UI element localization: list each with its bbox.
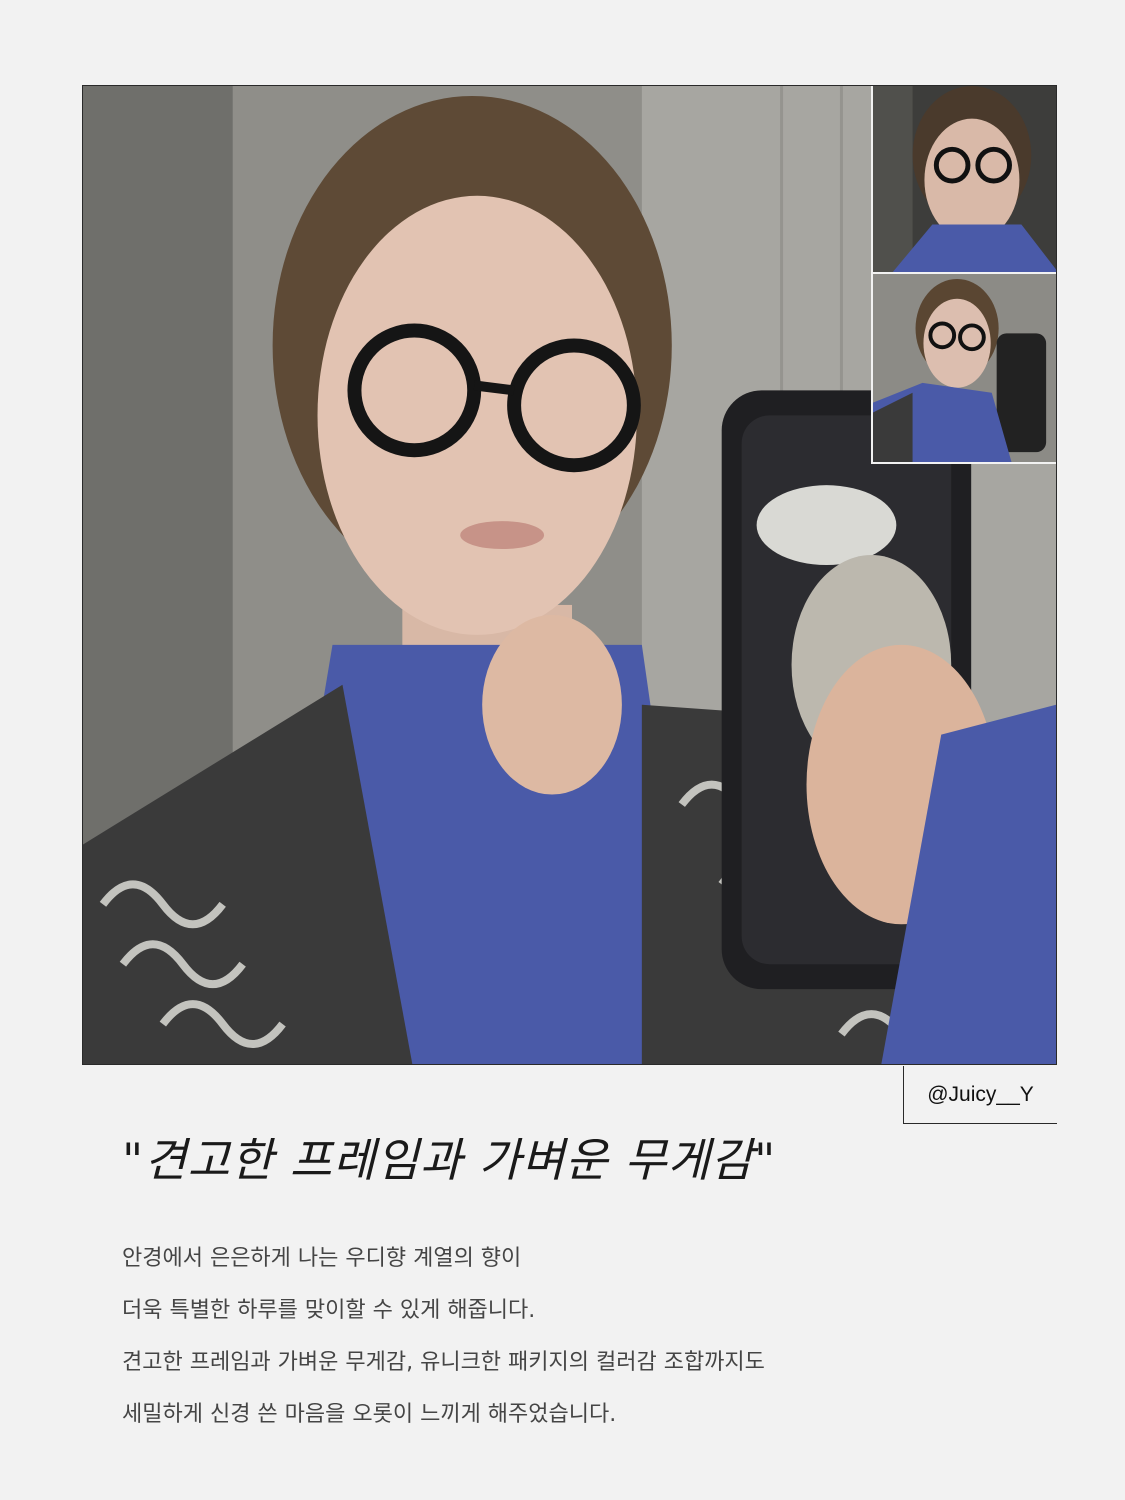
thumbnail-photo-1[interactable] [871,86,1056,274]
handle-text: @Juicy__Y [927,1082,1034,1106]
instagram-handle-tag: @Juicy__Y [903,1066,1057,1124]
body-line: 견고한 프레임과 가벼운 무게감, 유니크한 패키지의 컬러감 조합까지도 [122,1350,765,1375]
review-photo-frame [82,85,1057,1065]
body-line: 세밀하게 신경 쓴 마음을 오롯이 느끼게 해주었습니다. [122,1402,617,1427]
body-line: 안경에서 은은하게 나는 우디향 계열의 향이 [122,1246,522,1271]
body-line: 더욱 특별한 하루를 맞이할 수 있게 해줍니다. [122,1298,536,1323]
review-headline: "견고한 프레임과 가벼운 무게감" [122,1133,777,1187]
thumbnail-photo-2[interactable] [871,274,1056,464]
review-body: 안경에서 은은하게 나는 우디향 계열의 향이 더욱 특별한 하루를 맞이할 수… [122,1239,1022,1447]
